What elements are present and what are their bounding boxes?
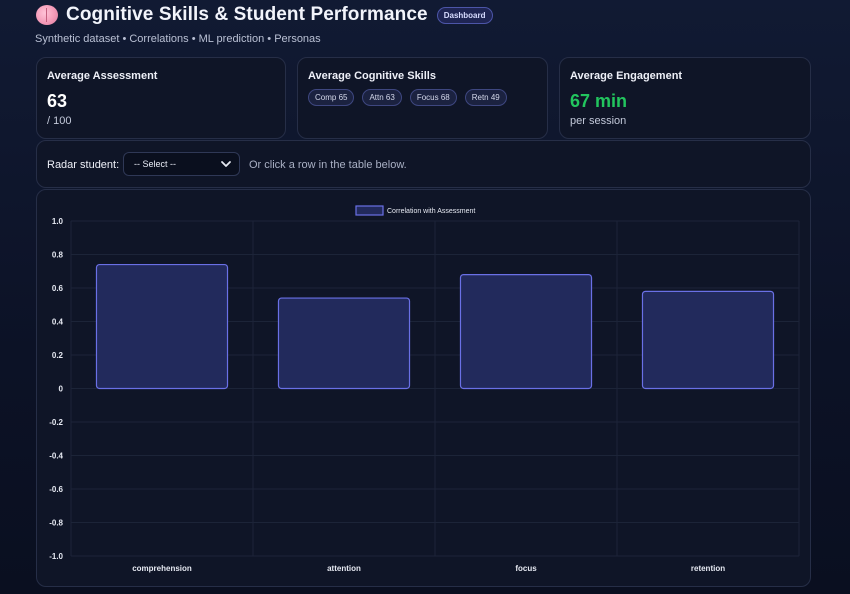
assessment-scale: / 100 [47,115,72,127]
skill-chips: Comp 65 Attn 63 Focus 68 Retn 49 [308,89,507,106]
brain-icon [36,5,58,25]
x-tick-label: comprehension [132,564,192,573]
page-header: Cognitive Skills & Student Performance D… [36,4,493,26]
card-title: Average Assessment [47,70,158,82]
engagement-unit: per session [570,115,627,127]
assessment-value: 63 [47,91,68,111]
page-title: Cognitive Skills & Student Performance [66,4,428,25]
chip-focus: Focus 68 [409,89,457,106]
radar-hint: Or click a row in the table below. [249,159,407,171]
y-tick-label: 0.6 [52,284,64,293]
y-tick-label: -0.6 [49,485,63,494]
y-tick-label: 1.0 [52,217,64,226]
chart-legend[interactable]: Correlation with Assessment [355,205,475,216]
card-title: Average Engagement [570,70,683,82]
dashboard-badge: Dashboard [436,6,493,24]
x-tick-label: focus [515,564,537,573]
x-tick-label: attention [327,564,361,573]
radar-student-select[interactable]: -- Select -- [123,152,240,176]
legend-label: Correlation with Assessment [387,208,475,215]
bar-comprehension [95,263,229,390]
y-tick-label: -0.2 [49,418,63,427]
engagement-value: 67 min [570,91,628,111]
x-axis-ticks: comprehension attention focus retention [132,564,725,573]
y-tick-label: -0.8 [49,519,63,528]
card-title: Average Cognitive Skills [308,70,436,82]
chevron-down-icon [221,161,231,167]
y-tick-label: -1.0 [49,552,63,561]
y-axis-ticks: 1.0 0.8 0.6 0.4 0.2 0 -0.2 -0.4 -0.6 -0.8 -1.0 [49,217,63,561]
chip-attention: Attn 63 [362,89,402,106]
average-cognitive-card: Average Cognitive Skills Comp 65 Attn 63… [297,57,548,139]
x-tick-label: retention [691,564,725,573]
legend-swatch [355,205,384,216]
y-tick-label: 0.2 [52,351,64,360]
bar-focus [459,273,593,390]
bar-attention [277,297,411,390]
chip-retention: Retn 49 [464,89,507,106]
bar-retention [641,290,775,390]
y-tick-label: 0 [59,385,64,394]
select-value: -- Select -- [134,159,177,169]
y-tick-label: 0.8 [52,251,64,260]
correlation-bar-chart: 1.0 0.8 0.6 0.4 0.2 0 -0.2 -0.4 -0.6 -0.8 -1.0 com… [49,205,800,573]
average-engagement-card: Average Engagement 67 min per session [559,57,811,139]
page-subtitle: Synthetic dataset • Correlations • ML pr… [35,33,321,45]
correlation-chart-panel: 1.0 0.8 0.6 0.4 0.2 0 -0.2 -0.4 -0.6 -0.8 -1.0 com… [36,189,811,587]
radar-selector-panel: Radar student: -- Select -- Or click a r… [36,140,811,188]
radar-student-label: Radar student: [47,159,120,171]
average-assessment-card: Average Assessment 63 / 100 [36,57,286,139]
chip-comprehension: Comp 65 [308,89,355,106]
y-tick-label: -0.4 [49,452,63,461]
y-tick-label: 0.4 [52,318,64,327]
